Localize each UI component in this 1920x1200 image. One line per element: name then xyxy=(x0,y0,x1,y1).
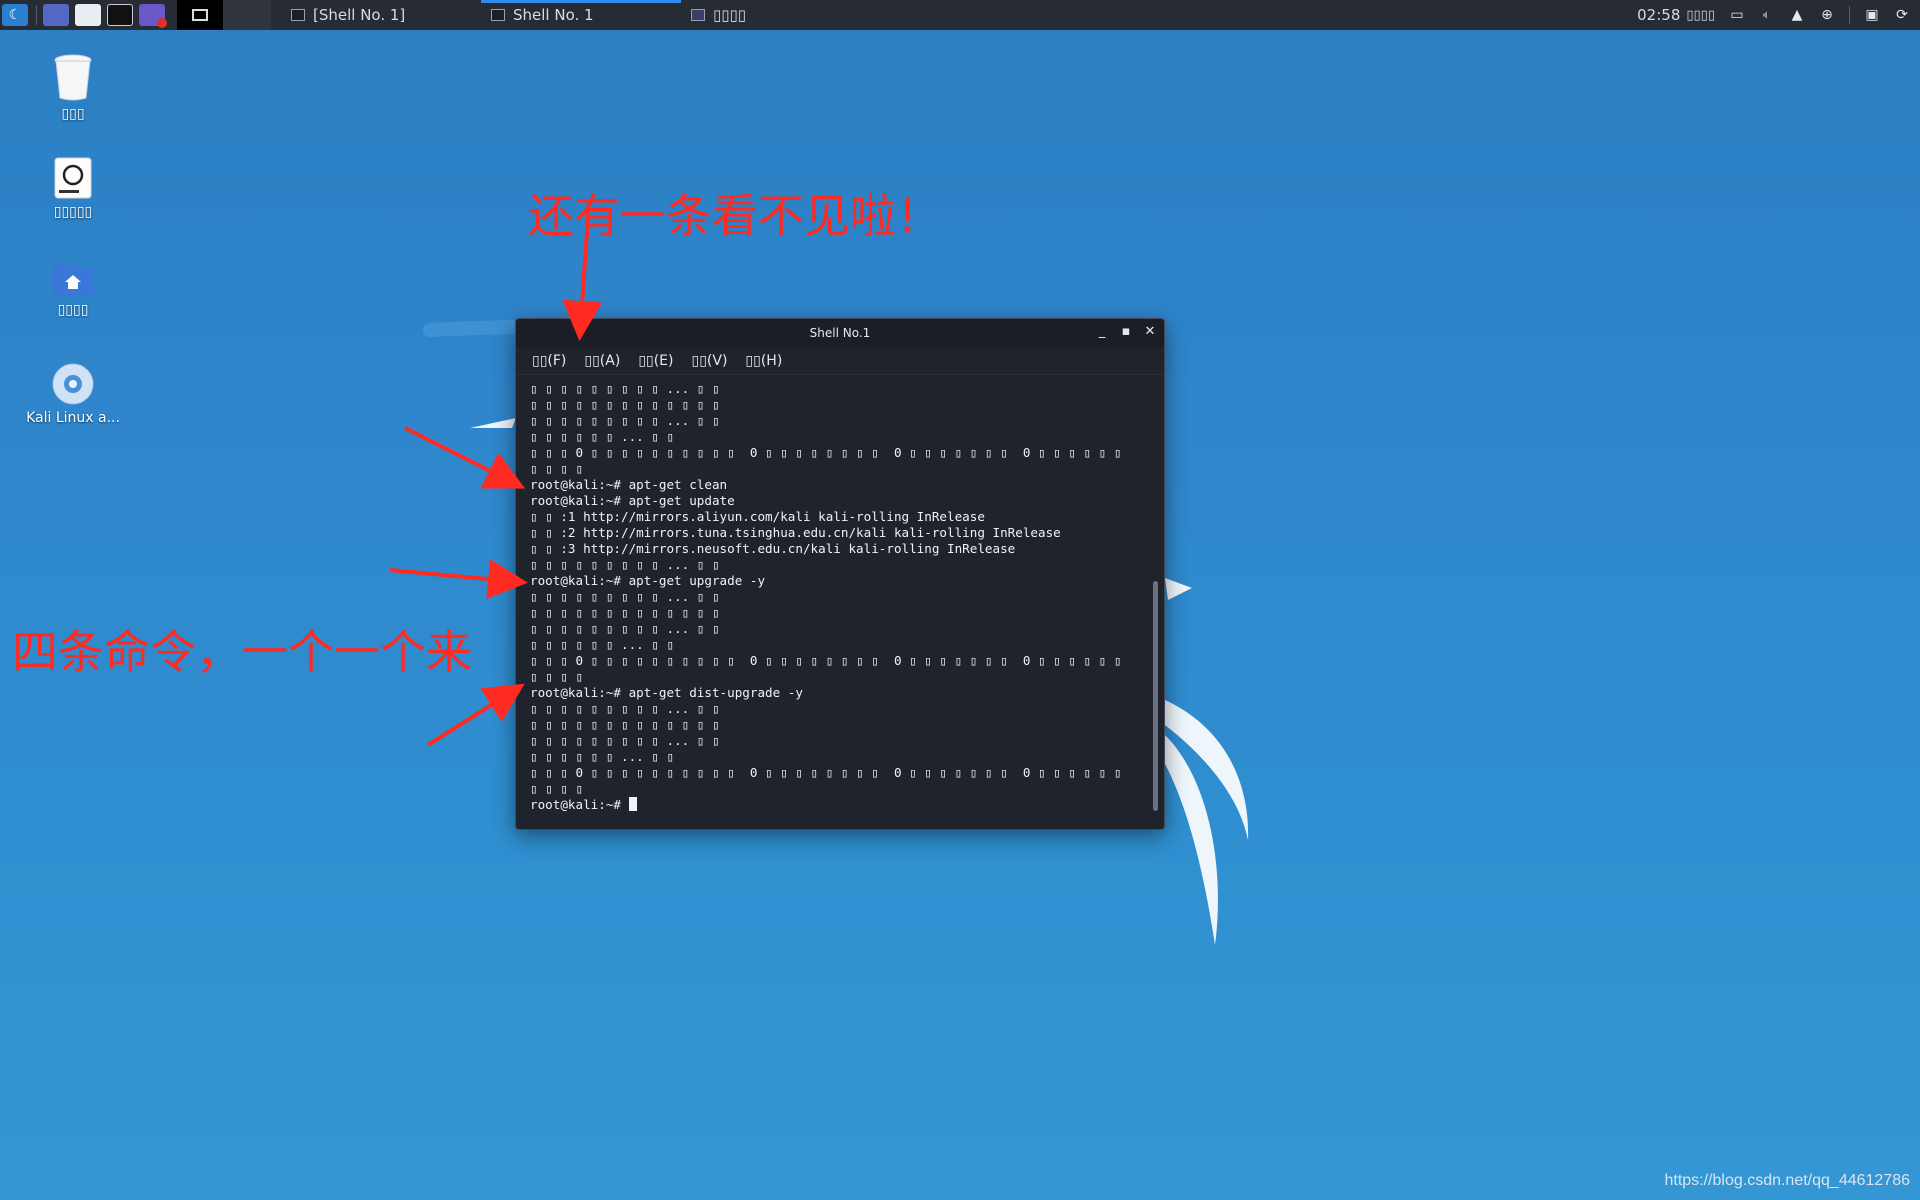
taskbar-task-other[interactable]: ▯▯▯▯ xyxy=(681,0,756,30)
menu-actions[interactable]: ▯▯(A) xyxy=(584,353,620,369)
taskbar-task-shell-1-active[interactable]: Shell No. 1 xyxy=(481,0,681,30)
terminal-output-line: ▯ ▯ ▯ ▯ ▯ ▯ ... ▯ ▯ xyxy=(530,637,675,652)
terminal-launcher-icon[interactable] xyxy=(107,4,133,26)
terminal-menubar: ▯▯(F) ▯▯(A) ▯▯(E) ▯▯(V) ▯▯(H) xyxy=(516,347,1164,375)
terminal-output-line: ▯ ▯ ▯ 0 ▯ ▯ ▯ ▯ ▯ ▯ ▯ ▯ ▯ ▯ 0 ▯ ▯ ▯ ▯ ▯ … xyxy=(530,653,1122,668)
annotation-top: 还有一条看不见啦！ xyxy=(528,189,942,243)
desktop-icon-filesystem[interactable]: ▯▯▯▯▯ xyxy=(20,156,126,220)
terminal-output-line: ▯ ▯ ▯ 0 ▯ ▯ ▯ ▯ ▯ ▯ ▯ ▯ ▯ ▯ 0 ▯ ▯ ▯ ▯ ▯ … xyxy=(530,445,1122,460)
terminal-output-line: ▯ ▯ ▯ ▯ ▯ ▯ ... ▯ ▯ xyxy=(530,429,675,444)
workspace-1[interactable] xyxy=(177,0,223,30)
annotation-left: 四条命令，一个一个来 xyxy=(12,625,472,679)
terminal-command-line: root@kali:~# apt-get update xyxy=(530,493,735,508)
terminal-prompt: root@kali:~# xyxy=(530,797,629,812)
terminal-output-line: ▯ ▯ ▯ ▯ xyxy=(530,669,584,684)
terminal-command-line: root@kali:~# apt-get clean xyxy=(530,477,728,492)
show-desktop-icon[interactable] xyxy=(43,4,69,26)
home-folder-icon xyxy=(52,264,94,296)
desktop-icon-label: ▯▯▯ xyxy=(61,106,85,122)
desktop-icon-trash[interactable]: ▯▯▯ xyxy=(20,52,126,122)
disc-icon xyxy=(52,363,94,405)
menu-view[interactable]: ▯▯(V) xyxy=(692,353,728,369)
menu-file[interactable]: ▯▯(F) xyxy=(532,353,566,369)
volume-icon[interactable]: 🔈︎ xyxy=(1759,7,1775,23)
desktop-icon-label: Kali Linux a... xyxy=(26,410,120,426)
terminal-output-line: ▯ ▯ ▯ ▯ ▯ ▯ ▯ ▯ ▯ ... ▯ ▯ xyxy=(530,701,720,716)
file-manager-icon[interactable] xyxy=(75,4,101,26)
display-icon[interactable]: ▭ xyxy=(1729,7,1745,23)
terminal-output-line: ▯ ▯ :1 http://mirrors.aliyun.com/kali ka… xyxy=(530,509,985,524)
screen-recorder-icon[interactable] xyxy=(139,4,167,28)
terminal-output-line: ▯ ▯ ▯ ▯ xyxy=(530,781,584,796)
kali-menu-icon[interactable]: ☾ xyxy=(2,4,28,26)
terminal-titlebar[interactable]: Shell No.1 _ ▪ ✕ xyxy=(516,319,1164,347)
minimize-icon[interactable]: _ xyxy=(1096,325,1108,339)
window-controls: _ ▪ ✕ xyxy=(1096,325,1156,339)
tray-separator xyxy=(1849,6,1850,24)
terminal-output-line: ▯ ▯ ▯ ▯ xyxy=(530,461,584,476)
desktop-icon-kali-disc[interactable]: Kali Linux a... xyxy=(20,362,126,426)
logout-icon[interactable]: ⟳ xyxy=(1894,7,1910,23)
terminal-output-line: ▯ ▯ ▯ ▯ ▯ ▯ ▯ ▯ ▯ ... ▯ ▯ xyxy=(530,589,720,604)
system-tray: 02:58 ▯▯▯▯ ▭ 🔈︎ ▲ ⊕ ▣ ⟳ xyxy=(1637,0,1920,30)
terminal-output-line: ▯ ▯ ▯ ▯ ▯ ▯ ▯ ▯ ▯ ... ▯ ▯ xyxy=(530,413,720,428)
scrollbar-thumb[interactable] xyxy=(1153,581,1158,811)
lock-icon[interactable]: ▣ xyxy=(1864,7,1880,23)
taskbar-separator xyxy=(36,5,37,25)
taskbar-task-shell-1[interactable]: [Shell No. 1] xyxy=(281,0,481,30)
arrow-to-dist-upgrade xyxy=(426,683,525,747)
clock-date-glyph: ▯▯▯▯ xyxy=(1686,7,1715,23)
close-icon[interactable]: ✕ xyxy=(1144,325,1156,339)
terminal-output-line: ▯ ▯ ▯ ▯ ▯ ▯ ▯ ▯ ▯ ... ▯ ▯ xyxy=(530,381,720,396)
terminal-output[interactable]: ▯ ▯ ▯ ▯ ▯ ▯ ▯ ▯ ▯ ... ▯ ▯ ▯ ▯ ▯ ▯ ▯ ▯ ▯ ▯… xyxy=(530,381,1144,819)
workspace-1-window-icon xyxy=(192,9,208,21)
taskbar-task-label: Shell No. 1 xyxy=(513,6,594,24)
terminal-prompt-line[interactable]: root@kali:~# xyxy=(530,797,1144,813)
maximize-icon[interactable]: ▪ xyxy=(1120,325,1132,339)
scrollbar-track[interactable] xyxy=(1153,381,1158,811)
arrow-to-upgrade xyxy=(389,559,528,599)
drive-icon xyxy=(54,157,92,199)
taskbar-task-label: [Shell No. 1] xyxy=(313,6,406,24)
terminal-output-line: ▯ ▯ :3 http://mirrors.neusoft.edu.cn/kal… xyxy=(530,541,1016,556)
menu-help[interactable]: ▯▯(H) xyxy=(745,353,782,369)
source-watermark: https://blog.csdn.net/qq_44612786 xyxy=(1664,1172,1910,1189)
terminal-command-line: root@kali:~# apt-get upgrade -y xyxy=(530,573,766,588)
network-icon[interactable]: ⊕ xyxy=(1819,7,1835,23)
terminal-title: Shell No.1 xyxy=(809,326,871,340)
desktop-icon-label: ▯▯▯▯ xyxy=(57,302,89,318)
desktop-icon-home[interactable]: ▯▯▯▯ xyxy=(20,262,126,318)
terminal-task-icon xyxy=(491,9,505,21)
terminal-output-line: ▯ ▯ ▯ ▯ ▯ ▯ ▯ ▯ ▯ ▯ ▯ ▯ ▯ xyxy=(530,397,720,412)
taskbar-task-label: ▯▯▯▯ xyxy=(713,6,747,24)
terminal-output-line: ▯ ▯ ▯ ▯ ▯ ▯ ▯ ▯ ▯ ▯ ▯ ▯ ▯ xyxy=(530,605,720,620)
arrow-to-clean xyxy=(404,426,526,489)
terminal-output-line: ▯ ▯ :2 http://mirrors.tuna.tsinghua.edu.… xyxy=(530,525,1061,540)
taskbar: ☾ [Shell No. 1] Shell No. 1 ▯▯▯▯ 02:58 ▯… xyxy=(0,0,1920,30)
desktop-icon-label: ▯▯▯▯▯ xyxy=(53,204,93,220)
terminal-output-line: ▯ ▯ ▯ 0 ▯ ▯ ▯ ▯ ▯ ▯ ▯ ▯ ▯ ▯ 0 ▯ ▯ ▯ ▯ ▯ … xyxy=(530,765,1122,780)
menu-edit[interactable]: ▯▯(E) xyxy=(638,353,673,369)
workspace-2[interactable] xyxy=(223,0,271,30)
app-task-icon xyxy=(691,9,705,21)
terminal-output-line: ▯ ▯ ▯ ▯ ▯ ▯ ▯ ▯ ▯ ... ▯ ▯ xyxy=(530,733,720,748)
terminal-output-line: ▯ ▯ ▯ ▯ ▯ ▯ ▯ ▯ ▯ ▯ ▯ ▯ ▯ xyxy=(530,717,720,732)
terminal-task-icon xyxy=(291,9,305,21)
terminal-output-line: ▯ ▯ ▯ ▯ ▯ ▯ ▯ ▯ ▯ ... ▯ ▯ xyxy=(530,557,720,572)
terminal-output-line: ▯ ▯ ▯ ▯ ▯ ▯ ... ▯ ▯ xyxy=(530,749,675,764)
terminal-command-line: root@kali:~# apt-get dist-upgrade -y xyxy=(530,685,803,700)
terminal-output-line: ▯ ▯ ▯ ▯ ▯ ▯ ▯ ▯ ▯ ... ▯ ▯ xyxy=(530,621,720,636)
trash-icon xyxy=(54,54,92,101)
terminal-cursor xyxy=(628,797,637,811)
bell-icon[interactable]: ▲ xyxy=(1789,7,1805,23)
terminal-window[interactable]: Shell No.1 _ ▪ ✕ ▯▯(F) ▯▯(A) ▯▯(E) ▯▯(V)… xyxy=(515,318,1165,830)
clock[interactable]: 02:58 xyxy=(1637,6,1680,24)
